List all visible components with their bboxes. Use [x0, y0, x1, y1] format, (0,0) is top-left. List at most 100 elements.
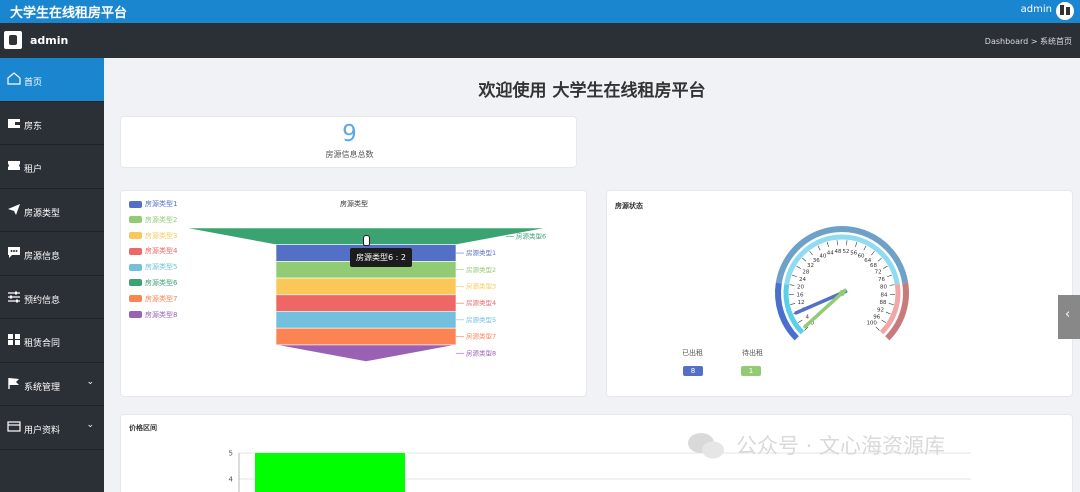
gauge-tick	[871, 250, 875, 256]
send-icon	[8, 203, 20, 215]
available-label: 待出租	[742, 349, 763, 357]
sidebar-item-house-info[interactable]: 房源信息	[0, 232, 104, 276]
funnel-segment[interactable]	[275, 311, 457, 329]
sidebar-item-label: 租户	[24, 165, 43, 175]
funnel-chart: 房源类型6 房源类型1 房源类型2 房源类型3 房源类型4 房源类型5 房源类型7 房源类型8	[185, 227, 546, 362]
gauge-tick-label: 92	[877, 308, 884, 314]
header-user-name: admin	[30, 34, 69, 47]
watermark-text: 公众号 · 文心海资源库	[736, 434, 946, 458]
gauge-tick-label: 12	[798, 300, 805, 306]
gauge-tick-label: 76	[878, 277, 885, 283]
gauge-tick	[796, 265, 801, 269]
funnel-label: 房源类型7	[466, 332, 496, 341]
gauge-tick-label: 24	[799, 277, 806, 283]
gauge-tick	[802, 257, 807, 262]
sidebar-item-tenant[interactable]: 租户	[0, 145, 104, 189]
main-content: 欢迎使用 大学生在线租房平台 9 房源信息总数 房源类型 房源类型1 房源类型2 房…	[104, 58, 1080, 492]
ticket-icon	[8, 161, 20, 170]
gauge-tick	[887, 274, 892, 278]
home-icon	[7, 72, 21, 85]
sidebar: 首页 房东 租户 房源类型 房源信息 预约信息 租赁合同 系统管理 ⌄ 用户资料…	[0, 58, 104, 492]
chart-tooltip: 房源类型6 : 2	[350, 248, 412, 267]
gauge-tick	[789, 284, 795, 286]
y-tick-label: 5	[229, 450, 233, 458]
gauge-tick-label: 20	[797, 284, 804, 290]
chevron-down-icon: ⌄	[86, 376, 94, 387]
sidebar-item-label: 系统管理	[24, 382, 61, 393]
user-avatar[interactable]	[1056, 2, 1074, 20]
funnel-label: 房源类型3	[466, 281, 496, 290]
sidebar-item-contract[interactable]: 租赁合同	[0, 319, 104, 363]
mouse-cursor-icon	[363, 235, 370, 246]
page-title: 欢迎使用 大学生在线租房平台	[478, 81, 706, 101]
sidebar-item-label: 房东	[24, 121, 43, 132]
sidebar-item-label: 房源信息	[24, 252, 61, 262]
gauge-tick	[817, 245, 821, 251]
gauge-pointer	[803, 288, 847, 329]
rented-label: 已出租	[682, 349, 703, 357]
gauge-tick-label: 4	[806, 315, 810, 321]
gauge-tick-label: 52	[842, 249, 849, 255]
house-count-label: 房源信息总数	[325, 150, 374, 159]
funnel-label: 房源类型5	[466, 315, 496, 324]
gauge-tick-label: 44	[827, 251, 834, 257]
gauge-tick	[888, 303, 894, 305]
funnel-label: 房源类型8	[466, 348, 496, 357]
gauge-hub	[839, 290, 845, 296]
gauge-tick-label: 32	[807, 263, 814, 269]
sidebar-item-label: 用户资料	[24, 426, 61, 436]
gauge-tick-label: 84	[880, 292, 887, 298]
gauge-tick-label: 88	[879, 300, 886, 306]
gauge-tick	[826, 242, 829, 247]
house-count-value: 9	[342, 121, 357, 147]
sidebar-item-label: 租赁合同	[24, 339, 61, 349]
sidebar-item-label: 房源类型	[24, 208, 61, 219]
funnel-segment[interactable]	[275, 344, 457, 362]
price-bar[interactable]	[255, 453, 405, 492]
funnel-segment[interactable]	[275, 277, 457, 296]
funnel-label: 房源类型1	[466, 248, 496, 257]
funnel-segment[interactable]	[275, 327, 457, 346]
sidebar-item-label: 预约信息	[24, 295, 61, 306]
card-icon	[7, 421, 21, 432]
sidebar-item-label: 首页	[24, 78, 43, 88]
y-tick-label: 4	[229, 476, 234, 484]
available-value-badge: 1	[741, 366, 761, 376]
sidebar-item-appointment[interactable]: 预约信息	[0, 276, 104, 319]
sidebar-item-system[interactable]: 系统管理 ⌄	[0, 363, 104, 406]
logo-icon	[4, 31, 22, 49]
grid-icon	[8, 334, 20, 345]
gauge-tick	[797, 319, 803, 324]
gauge-tick-label: 48	[835, 249, 842, 255]
gauge-tick-label: 28	[802, 270, 809, 276]
breadcrumb[interactable]: Dashboard > 系统首页	[985, 36, 1072, 47]
gauge-tick-label: 80	[880, 284, 887, 290]
chat-icon	[8, 247, 20, 258]
funnel-label: 房源类型2	[466, 265, 496, 274]
top-user-name[interactable]: admin	[1021, 4, 1052, 15]
app-title: 大学生在线租房平台	[10, 6, 128, 21]
funnel-segment[interactable]	[275, 294, 457, 312]
gauge-tick	[883, 265, 888, 269]
gauge-tick	[863, 245, 867, 251]
gauge-tick	[875, 326, 880, 331]
sidebar-item-profile[interactable]: 用户资料 ⌄	[0, 406, 104, 450]
gauge-tick	[855, 242, 858, 247]
gauge-tick	[790, 303, 796, 305]
collapse-tab-button[interactable]: ‹	[1058, 295, 1080, 339]
gauge-tick-label: 72	[875, 270, 882, 276]
gauge-tick	[877, 257, 882, 262]
gauge-chart: 0481216202428323640444852566064687276808…	[775, 226, 909, 341]
sidebar-item-house-type[interactable]: 房源类型	[0, 189, 104, 232]
gauge-tick-label: 100	[866, 321, 877, 327]
rented-value-badge: 8	[683, 366, 703, 376]
gauge-tick	[792, 274, 797, 278]
house-status-chart-card: 房源状态 04812162024283236404448525660646872…	[606, 190, 1073, 397]
gauge-tick-label: 68	[870, 263, 877, 269]
header-bar: admin Dashboard > 系统首页	[0, 23, 1080, 58]
gauge-tick	[809, 250, 813, 256]
sidebar-item-landlord[interactable]: 房东	[0, 102, 104, 145]
sidebar-item-home[interactable]: 首页	[0, 58, 104, 102]
gauge-tick-label: 16	[797, 292, 804, 298]
gauge-tick	[889, 284, 895, 286]
